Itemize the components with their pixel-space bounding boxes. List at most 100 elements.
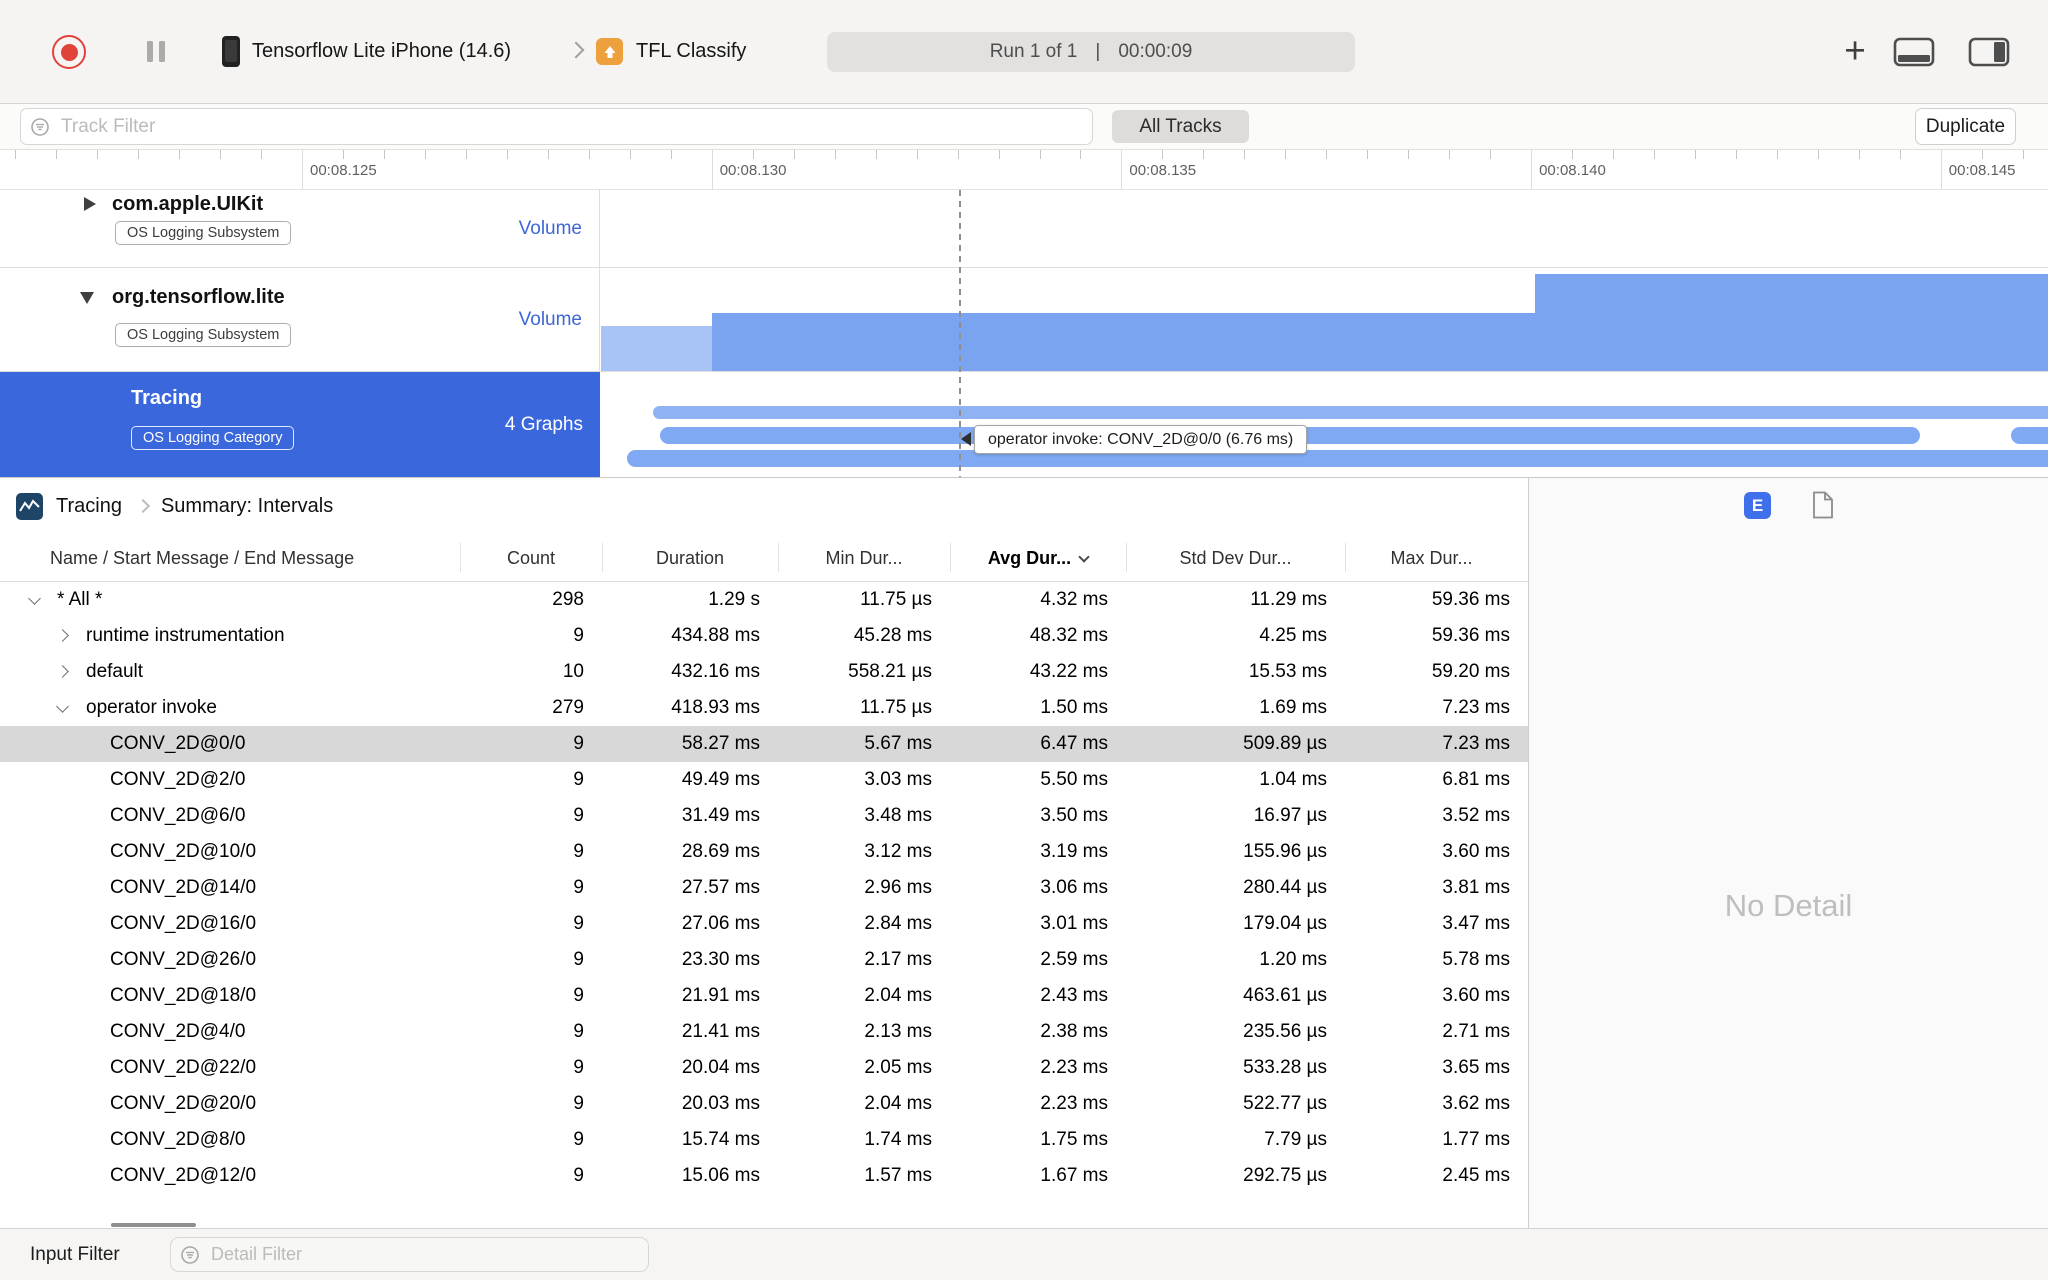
table-row[interactable]: CONV_2D@2/0 9 49.49 ms 3.03 ms 5.50 ms 1.04 m…	[0, 762, 1528, 798]
record-button[interactable]	[52, 35, 86, 69]
table-row[interactable]: CONV_2D@26/0 9 23.30 ms 2.17 ms 2.59 ms 1.20 …	[0, 942, 1528, 978]
row-disclosure-chevron-icon[interactable]	[56, 665, 69, 678]
cell-avg: 4.32 ms	[1040, 589, 1108, 610]
device-target-label[interactable]: Tensorflow Lite iPhone (14.6)	[252, 40, 511, 63]
column-header-duration[interactable]: Duration	[602, 534, 778, 582]
cell-count: 9	[573, 625, 584, 646]
cell-max: 7.23 ms	[1442, 733, 1510, 754]
cell-count: 9	[573, 1129, 584, 1150]
track-header[interactable]: com.apple.UIKit OS Logging Subsystem Vol…	[0, 190, 600, 267]
disclosure-triangle-icon[interactable]	[84, 197, 96, 211]
cell-duration: 23.30 ms	[681, 949, 760, 970]
track-chart-tracing[interactable]	[600, 372, 2048, 477]
table-row[interactable]: CONV_2D@22/0 9 20.04 ms 2.05 ms 2.23 ms 533.2…	[0, 1050, 1528, 1086]
instrument-target-label[interactable]: TFL Classify	[636, 40, 746, 63]
disclosure-triangle-icon[interactable]	[80, 292, 94, 304]
row-disclosure-chevron-icon[interactable]	[56, 629, 69, 642]
breadcrumb-root[interactable]: Tracing	[56, 495, 122, 518]
table-row[interactable]: CONV_2D@12/0 9 15.06 ms 1.57 ms 1.67 ms 292.7…	[0, 1158, 1528, 1194]
detail-filter-input[interactable]	[170, 1237, 649, 1272]
interval-bar[interactable]	[653, 406, 2048, 419]
table-row[interactable]: operator invoke 279 418.93 ms 11.75 µs 1.50 …	[0, 690, 1528, 726]
cell-duration: 432.16 ms	[671, 661, 760, 682]
cell-min: 1.57 ms	[864, 1165, 932, 1186]
ruler-minor-tick	[1817, 150, 1819, 159]
column-header-max-duration[interactable]: Max Dur...	[1345, 534, 1518, 582]
all-tracks-button[interactable]: All Tracks	[1112, 110, 1249, 143]
add-instrument-button[interactable]: +	[1833, 28, 1877, 76]
track-row-tensorflow[interactable]: org.tensorflow.lite OS Logging Subsystem…	[0, 268, 2048, 372]
toolbar: Tensorflow Lite iPhone (14.6) TFL Classi…	[0, 0, 2048, 104]
cell-duration: 31.49 ms	[681, 805, 760, 826]
ruler-time-label: 00:08.135	[1129, 162, 1197, 179]
column-header-avg-duration[interactable]: Avg Dur...	[950, 534, 1126, 582]
row-disclosure-chevron-icon[interactable]	[28, 592, 41, 605]
document-icon[interactable]	[1811, 491, 1835, 519]
input-filter-menu[interactable]: Input Filter	[30, 1229, 120, 1280]
column-header-stddev-duration[interactable]: Std Dev Dur...	[1126, 534, 1345, 582]
interval-tooltip: operator invoke: CONV_2D@0/0 (6.76 ms)	[974, 425, 1308, 454]
cell-max: 2.45 ms	[1442, 1165, 1510, 1186]
cell-count: 9	[573, 769, 584, 790]
ruler-minor-tick	[1736, 150, 1737, 159]
cell-avg: 3.06 ms	[1040, 877, 1108, 898]
ruler-minor-tick	[998, 150, 1000, 159]
cell-avg: 48.32 ms	[1029, 625, 1108, 646]
cell-max: 3.47 ms	[1442, 913, 1510, 934]
table-row[interactable]: * All * 298 1.29 s 11.75 µs 4.32 ms 11.29 ms 5…	[0, 582, 1528, 618]
table-row[interactable]: CONV_2D@6/0 9 31.49 ms 3.48 ms 3.50 ms 16.97 …	[0, 798, 1528, 834]
iphone-device-icon	[222, 36, 240, 67]
horizontal-scrollbar-thumb[interactable]	[111, 1223, 196, 1227]
table-row[interactable]: CONV_2D@16/0 9 27.06 ms 2.84 ms 3.01 ms 179.0…	[0, 906, 1528, 942]
row-name: CONV_2D@14/0	[110, 877, 257, 898]
track-chart-uikit[interactable]	[601, 190, 2048, 267]
row-disclosure-chevron-icon[interactable]	[56, 700, 69, 713]
toggle-right-pane-button[interactable]	[1968, 37, 2010, 67]
table-row[interactable]: CONV_2D@8/0 9 15.74 ms 1.74 ms 1.75 ms 7.79 µ…	[0, 1122, 1528, 1158]
column-header-name[interactable]: Name / Start Message / End Message	[50, 534, 354, 582]
duplicate-button[interactable]: Duplicate	[1915, 108, 2016, 145]
ruler-minor-tick	[916, 150, 918, 159]
cell-avg: 2.23 ms	[1040, 1093, 1108, 1114]
cell-avg: 3.19 ms	[1040, 841, 1108, 862]
table-row[interactable]: CONV_2D@20/0 9 20.03 ms 2.04 ms 2.23 ms 522.7…	[0, 1086, 1528, 1122]
table-row[interactable]: CONV_2D@4/0 9 21.41 ms 2.13 ms 2.38 ms 235.56…	[0, 1014, 1528, 1050]
extended-detail-button[interactable]: E	[1744, 492, 1771, 519]
table-row[interactable]: CONV_2D@14/0 9 27.57 ms 2.96 ms 3.06 ms 280.4…	[0, 870, 1528, 906]
cell-count: 9	[573, 1165, 584, 1186]
track-meta-label: Volume	[518, 217, 582, 239]
interval-bar[interactable]	[2011, 427, 2048, 444]
pause-button[interactable]	[147, 41, 165, 62]
toggle-bottom-pane-button[interactable]	[1893, 37, 1935, 67]
track-meta-label: Volume	[518, 308, 582, 330]
timeline-ruler[interactable]: 00:08.125 00:08.130 00:08.135 00:08.140 00:0…	[0, 150, 2048, 190]
cell-max: 6.81 ms	[1442, 769, 1510, 790]
table-row[interactable]: CONV_2D@18/0 9 21.91 ms 2.04 ms 2.43 ms 463.6…	[0, 978, 1528, 1014]
breadcrumb-page[interactable]: Summary: Intervals	[161, 495, 333, 518]
cell-max: 2.71 ms	[1442, 1021, 1510, 1042]
cell-duration: 1.29 s	[708, 589, 760, 610]
track-badge: OS Logging Subsystem	[115, 221, 292, 245]
track-filter-input[interactable]	[20, 108, 1093, 145]
interval-bar[interactable]	[627, 450, 2048, 467]
table-row[interactable]: CONV_2D@10/0 9 28.69 ms 3.12 ms 3.19 ms 155.9…	[0, 834, 1528, 870]
row-name: runtime instrumentation	[86, 625, 285, 646]
ruler-minor-tick	[834, 150, 836, 159]
cell-min: 2.84 ms	[864, 913, 932, 934]
ruler-minor-tick	[383, 150, 385, 159]
table-row[interactable]: default 10 432.16 ms 558.21 µs 43.22 ms 15.53…	[0, 654, 1528, 690]
ruler-major-tick	[302, 150, 303, 189]
track-header-selected[interactable]: Tracing OS Logging Category 4 Graphs	[0, 372, 600, 477]
row-name: CONV_2D@8/0	[110, 1129, 246, 1150]
cell-max: 1.77 ms	[1442, 1129, 1510, 1150]
ruler-time-label: 00:08.145	[1948, 162, 2016, 179]
cell-min: 2.05 ms	[864, 1057, 932, 1078]
column-header-count[interactable]: Count	[460, 534, 602, 582]
column-header-min-duration[interactable]: Min Dur...	[778, 534, 950, 582]
table-row[interactable]: CONV_2D@0/0 9 58.27 ms 5.67 ms 6.47 ms 509.89…	[0, 726, 1528, 762]
cell-stddev: 1.20 ms	[1259, 949, 1327, 970]
table-row[interactable]: runtime instrumentation 9 434.88 ms 45.28 m…	[0, 618, 1528, 654]
track-header[interactable]: org.tensorflow.lite OS Logging Subsystem…	[0, 268, 600, 371]
track-chart-volume[interactable]	[601, 268, 2048, 371]
track-row-uikit[interactable]: com.apple.UIKit OS Logging Subsystem Vol…	[0, 190, 2048, 268]
